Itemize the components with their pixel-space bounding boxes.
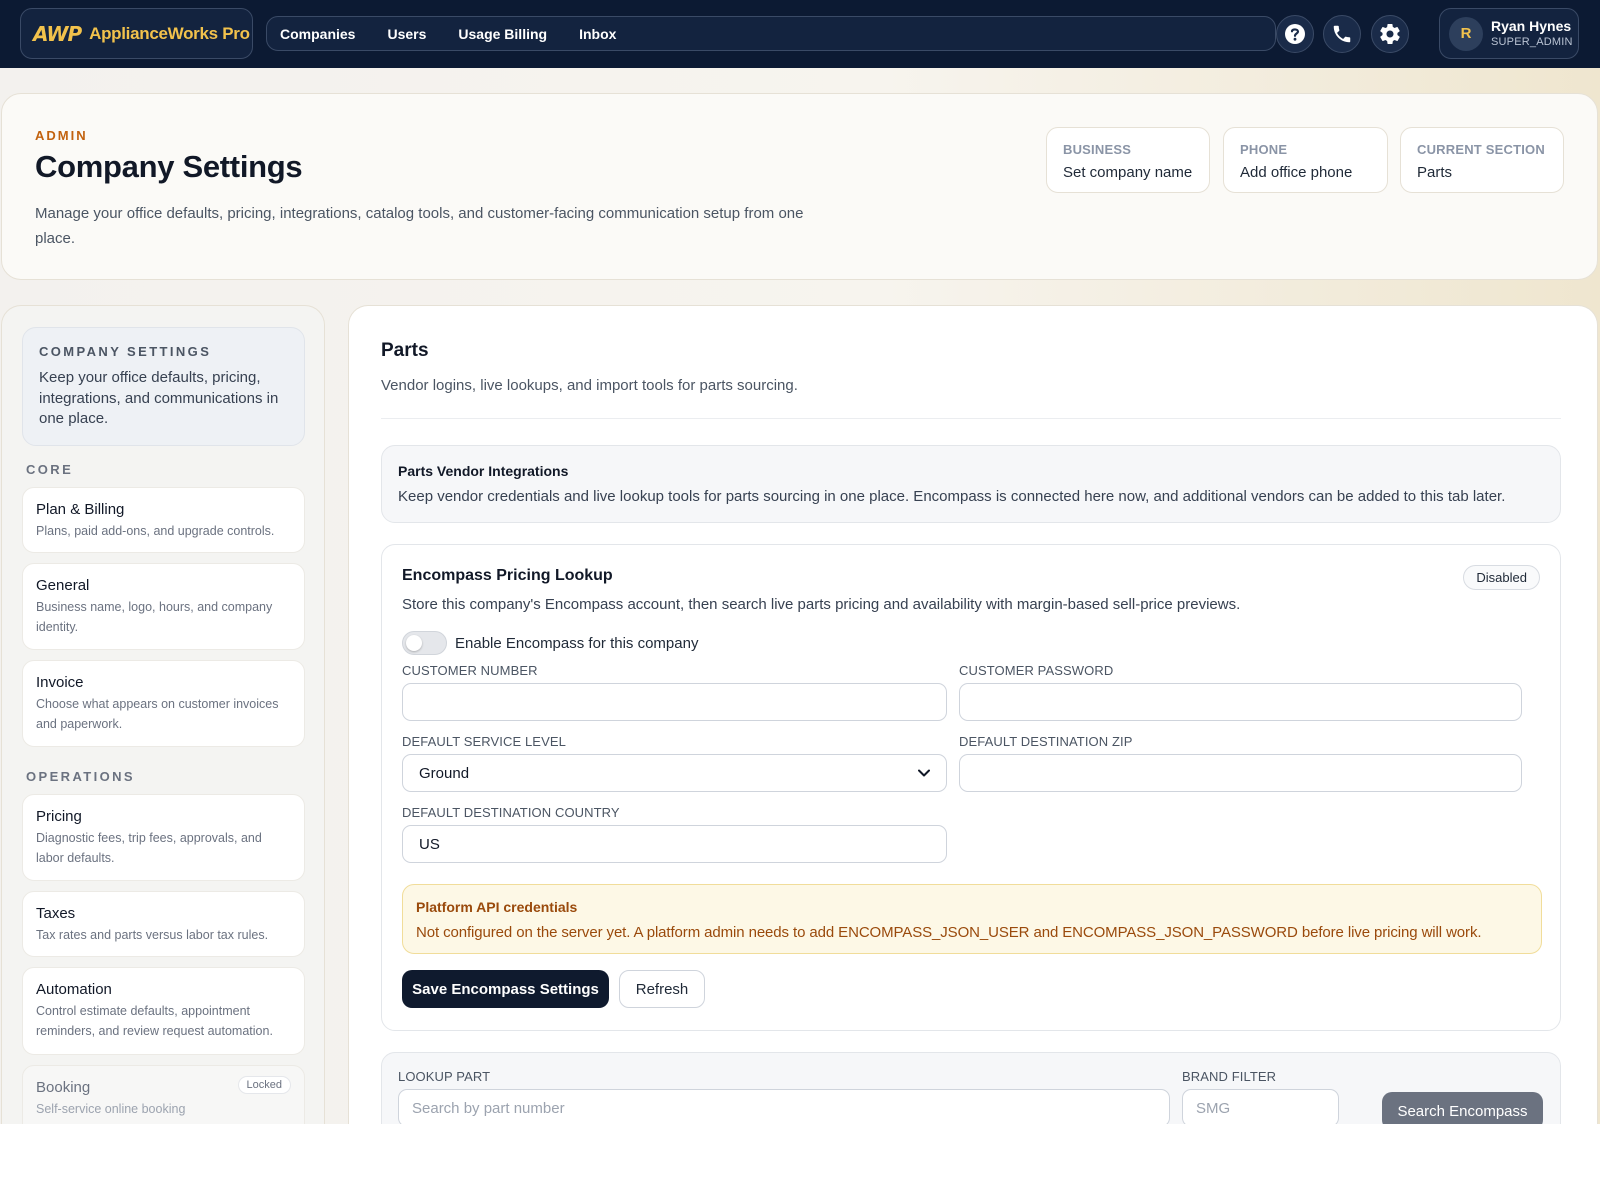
refresh-button[interactable]: Refresh (619, 970, 705, 1008)
sidebar-item-title: Automation (36, 981, 112, 998)
sidebar-item-title: General (36, 577, 90, 594)
section-title: Parts (381, 340, 429, 361)
search-encompass-button[interactable]: Search Encompass (1382, 1092, 1543, 1124)
sidebar-item-desc: Plans, paid add-ons, and upgrade control… (36, 524, 275, 538)
stat-current-section: CURRENT SECTION Parts (1400, 127, 1564, 193)
vendor-box-title: Parts Vendor Integrations (398, 463, 569, 479)
user-name: Ryan Hynes (1491, 18, 1572, 34)
vendor-box-text: Keep vendor credentials and live lookup … (398, 488, 1506, 505)
sidebar-group-label: OPERATIONS (26, 769, 135, 784)
page-header-card: ADMIN Company Settings Manage your offic… (1, 93, 1598, 280)
sidebar-item-desc: Tax rates and parts versus labor tax rul… (36, 928, 269, 942)
section-subtitle: Vendor logins, live lookups, and import … (381, 377, 798, 394)
stat-value: Parts (1417, 164, 1453, 181)
settings-button[interactable] (1371, 15, 1409, 53)
sidebar-item-pricing[interactable]: Pricing Diagnostic fees, trip fees, appr… (22, 794, 305, 881)
help-icon (1285, 24, 1305, 44)
toggle-switch[interactable] (402, 631, 447, 655)
help-button[interactable] (1276, 15, 1314, 53)
save-encompass-settings-button[interactable]: Save Encompass Settings (402, 970, 609, 1008)
customer-number-input[interactable] (402, 683, 947, 721)
status-badge: Disabled (1463, 565, 1540, 590)
brand-filter-input[interactable] (1182, 1089, 1339, 1124)
stat-label: CURRENT SECTION (1417, 142, 1545, 157)
brand-home-link[interactable]: AWP ApplianceWorks Pro (20, 8, 253, 59)
stat-business: BUSINESS Set company name (1046, 127, 1210, 193)
brand-name: ApplianceWorks Pro (89, 23, 250, 43)
nav-link-companies[interactable]: Companies (280, 26, 355, 42)
lookup-part-label: LOOKUP PART (398, 1069, 491, 1084)
sidebar-item-title: Plan & Billing (36, 501, 125, 518)
chevron-down-icon (918, 769, 930, 777)
nav-link-usage-billing[interactable]: Usage Billing (458, 26, 547, 42)
stat-value: Set company name (1063, 164, 1193, 181)
nav-link-inbox[interactable]: Inbox (579, 26, 616, 42)
settings-main-panel: Parts Vendor logins, live lookups, and i… (348, 305, 1598, 1124)
settings-sidebar: COMPANY SETTINGS Keep your office defaul… (1, 305, 325, 1124)
sidebar-item-general[interactable]: General Business name, logo, hours, and … (22, 563, 305, 650)
stat-label: PHONE (1240, 142, 1288, 157)
phone-icon (1333, 25, 1351, 43)
sidebar-item-desc: Business name, logo, hours, and company … (36, 600, 273, 634)
encompass-title: Encompass Pricing Lookup (402, 567, 613, 584)
sidebar-item-invoice[interactable]: Invoice Choose what appears on customer … (22, 660, 305, 747)
sidebar-item-automation[interactable]: Automation Control estimate defaults, ap… (22, 967, 305, 1055)
brand-filter-label: BRAND FILTER (1182, 1069, 1277, 1084)
customer-number-label: CUSTOMER NUMBER (402, 663, 538, 678)
vendor-integrations-box: Parts Vendor Integrations Keep vendor cr… (381, 445, 1561, 523)
sidebar-item-plan-billing[interactable]: Plan & Billing Plans, paid add-ons, and … (22, 487, 305, 553)
user-role: SUPER_ADMIN (1491, 36, 1573, 48)
sidebar-item-taxes[interactable]: Taxes Tax rates and parts versus labor t… (22, 891, 305, 957)
stat-value: Add office phone (1240, 164, 1353, 181)
sidebar-item-desc: Choose what appears on customer invoices… (36, 697, 279, 731)
encompass-description: Store this company's Encompass account, … (402, 596, 1241, 613)
service-level-label: DEFAULT SERVICE LEVEL (402, 734, 566, 749)
top-navigation-bar: AWP ApplianceWorks Pro Companies Users U… (0, 0, 1600, 68)
sidebar-item-desc: Diagnostic fees, trip fees, approvals, a… (36, 831, 262, 865)
enable-encompass-toggle[interactable]: Enable Encompass for this company (402, 631, 698, 655)
platform-credentials-alert: Platform API credentials Not configured … (402, 884, 1542, 954)
divider (381, 418, 1561, 419)
sidebar-intro-title: COMPANY SETTINGS (39, 344, 212, 359)
sidebar-item-title: Invoice (36, 674, 84, 691)
destination-country-input[interactable] (402, 825, 947, 863)
user-menu[interactable]: R Ryan Hynes SUPER_ADMIN (1439, 8, 1579, 59)
page-title: Company Settings (35, 149, 303, 184)
sidebar-intro-text: Keep your office defaults, pricing, inte… (39, 369, 279, 427)
part-lookup-card: LOOKUP PART BRAND FILTER Search Encompas… (381, 1052, 1561, 1124)
sidebar-item-title: Pricing (36, 808, 82, 825)
settings-icon (1380, 24, 1400, 45)
lookup-part-input[interactable] (398, 1089, 1170, 1124)
sidebar-intro: COMPANY SETTINGS Keep your office defaul… (22, 327, 305, 446)
page-eyebrow: ADMIN (35, 128, 88, 143)
page-description: Manage your office defaults, pricing, in… (35, 205, 804, 247)
customer-password-label: CUSTOMER PASSWORD (959, 663, 1114, 678)
user-info: Ryan Hynes SUPER_ADMIN (1491, 18, 1573, 49)
encompass-card: Encompass Pricing Lookup Disabled Store … (381, 544, 1561, 1031)
page-bottom-fill (0, 1124, 1600, 1200)
stat-phone: PHONE Add office phone (1223, 127, 1388, 193)
alert-title: Platform API credentials (416, 899, 578, 915)
destination-country-label: DEFAULT DESTINATION COUNTRY (402, 805, 620, 820)
destination-zip-label: DEFAULT DESTINATION ZIP (959, 734, 1133, 749)
brand-logo: AWP (33, 21, 82, 46)
avatar: R (1449, 16, 1483, 51)
sidebar-item-desc: Self-service online booking (36, 1102, 186, 1116)
sidebar-group-label: CORE (26, 462, 74, 477)
main-nav: Companies Users Usage Billing Inbox (266, 16, 1276, 51)
toggle-label: Enable Encompass for this company (455, 634, 699, 652)
phone-button[interactable] (1323, 15, 1361, 53)
alert-text: Not configured on the server yet. A plat… (416, 924, 1482, 941)
locked-badge: Locked (237, 1076, 291, 1094)
nav-link-users[interactable]: Users (387, 26, 426, 42)
sidebar-item-title: Taxes (36, 905, 76, 922)
toggle-knob (406, 635, 422, 651)
stat-label: BUSINESS (1063, 142, 1132, 157)
service-level-select[interactable]: Ground (402, 754, 947, 792)
customer-password-input[interactable] (959, 683, 1522, 721)
destination-zip-input[interactable] (959, 754, 1522, 792)
sidebar-item-booking[interactable]: Booking Self-service online booking Lock… (22, 1065, 305, 1124)
service-level-value: Ground (419, 764, 470, 782)
sidebar-item-desc: Control estimate defaults, appointment r… (36, 1004, 273, 1038)
